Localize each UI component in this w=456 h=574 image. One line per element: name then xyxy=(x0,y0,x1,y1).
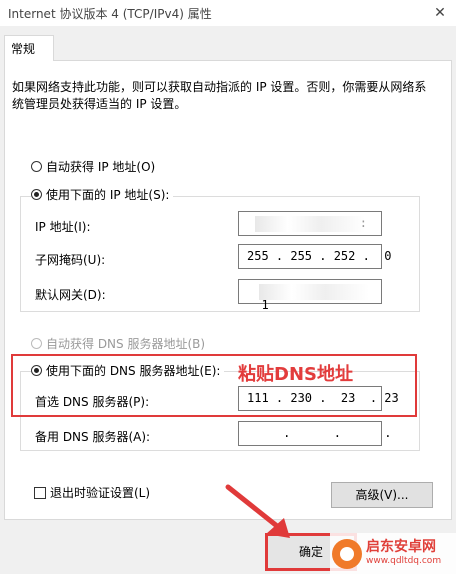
validate-label: 退出时验证设置(L) xyxy=(50,486,151,500)
ip-address-label: IP 地址(I): xyxy=(35,220,91,234)
alternate-dns-input[interactable]: . . . xyxy=(238,421,392,446)
title-bar: Internet 协议版本 4 (TCP/IPv4) 属性 ✕ xyxy=(0,0,456,26)
auto-dns-option[interactable]: 自动获得 DNS 服务器地址(B) xyxy=(31,335,205,352)
alternate-dns-label: 备用 DNS 服务器(A): xyxy=(35,430,151,444)
auto-dns-label: 自动获得 DNS 服务器地址(B) xyxy=(46,337,206,351)
ip-address-input[interactable]: : xyxy=(238,211,382,236)
subnet-mask-input[interactable]: 255 . 255 . 252 . 0 xyxy=(238,244,392,269)
watermark-logo-icon xyxy=(332,538,362,569)
auto-ip-radio[interactable] xyxy=(31,161,42,172)
auto-ip-label: 自动获得 IP 地址(O) xyxy=(46,160,156,174)
ip-address-value: : xyxy=(359,216,367,230)
validate-checkbox[interactable] xyxy=(34,486,46,499)
red-arrow-icon xyxy=(225,484,290,538)
close-icon[interactable]: ✕ xyxy=(430,3,450,23)
watermark-title: 启东安卓网 xyxy=(366,538,436,555)
dns-highlight-box xyxy=(11,354,417,417)
auto-dns-radio[interactable] xyxy=(31,338,42,349)
auto-ip-option[interactable]: 自动获得 IP 地址(O) xyxy=(31,158,155,175)
description-text: 如果网络支持此功能，则可以获取自动指派的 IP 设置。否则，你需要从网络系统管理… xyxy=(12,80,427,111)
gateway-value: 1 xyxy=(261,298,269,312)
validate-option[interactable]: 退出时验证设置(L) xyxy=(34,484,150,501)
manual-ip-option[interactable]: 使用下面的 IP 地址(S): xyxy=(31,186,174,203)
watermark-url: www.qdltdq.com xyxy=(366,555,442,566)
paste-dns-annotation: 粘贴DNS地址 xyxy=(238,364,353,385)
blurred-region xyxy=(259,284,369,300)
subnet-mask-label: 子网掩码(U): xyxy=(35,253,106,267)
tab-general[interactable]: 常规 xyxy=(4,35,54,61)
watermark: 启东安卓网 www.qdltdq.com xyxy=(330,533,456,574)
advanced-button[interactable]: 高级(V)... xyxy=(331,482,433,508)
manual-ip-label: 使用下面的 IP 地址(S): xyxy=(46,188,170,202)
window-title: Internet 协议版本 4 (TCP/IPv4) 属性 xyxy=(8,7,212,21)
gateway-input[interactable]: 1 xyxy=(238,279,382,312)
blurred-region xyxy=(255,216,365,232)
gateway-label: 默认网关(D): xyxy=(35,288,106,302)
manual-ip-radio[interactable] xyxy=(31,189,42,200)
